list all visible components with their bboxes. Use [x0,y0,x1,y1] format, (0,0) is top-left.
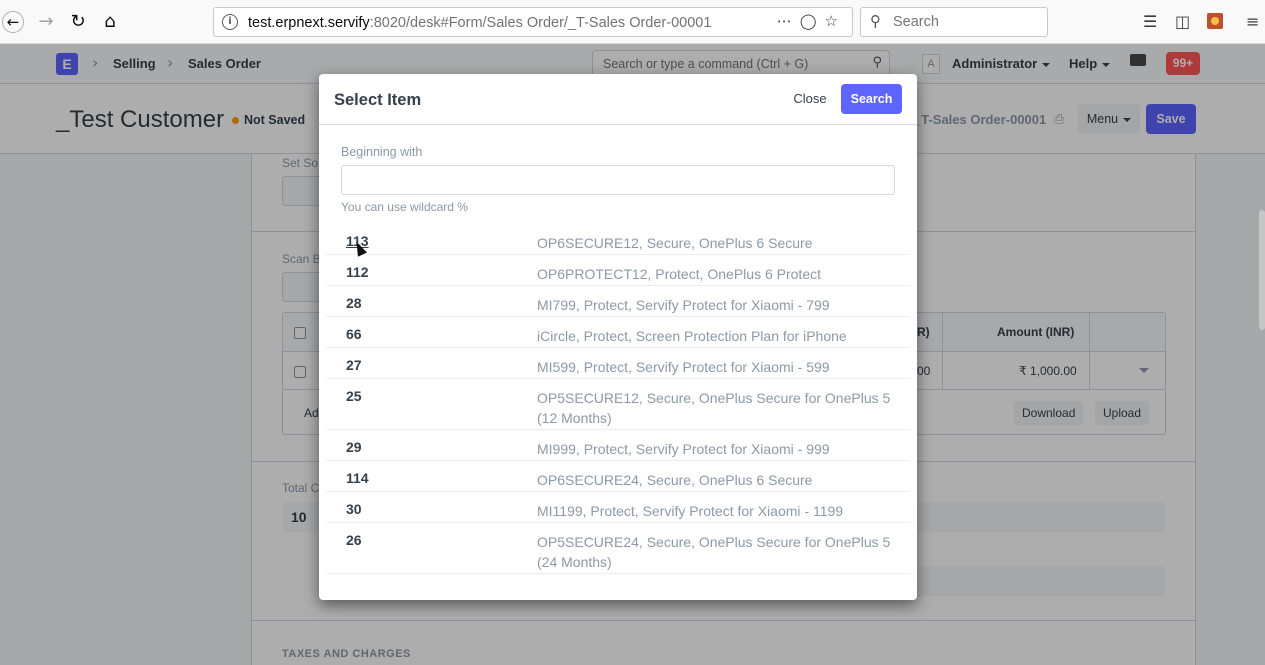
select-item-dialog: Select Item Close Search Beginning with … [319,74,917,600]
item-name-link[interactable]: 30 [346,501,362,517]
forward-arrow-icon[interactable]: → [34,10,58,34]
item-name-link[interactable]: 112 [346,264,369,280]
list-item[interactable]: 113 OP6SECURE12, Secure, OnePlus 6 Secur… [326,224,910,255]
list-item[interactable]: 28 MI799, Protect, Servify Protect for X… [326,286,910,317]
close-button[interactable]: Close [784,85,836,113]
search-button[interactable]: Search [841,84,902,114]
item-name-link[interactable]: 114 [346,470,369,486]
extension-icon[interactable] [1207,13,1223,29]
url-actions: ⋯◯☆ [777,12,846,30]
item-description: MI799, Protect, Servify Protect for Xiao… [537,297,830,313]
item-name-link[interactable]: 26 [346,532,362,548]
item-description: iCircle, Protect, Screen Protection Plan… [537,328,847,344]
dialog-header: Select Item Close Search [319,74,917,125]
page-actions-icon[interactable]: ⋯ [777,12,800,30]
beginning-with-input[interactable] [341,165,895,195]
search-results-list: 113 OP6SECURE12, Secure, OnePlus 6 Secur… [326,224,910,574]
item-description: MI599, Protect, Servify Protect for Xiao… [537,359,830,375]
library-icon[interactable]: ☰ [1143,12,1157,31]
browser-toolbar: ← → ↻ ⌂ i test.erpnext.servify:8020/desk… [0,0,1265,44]
list-item[interactable]: 112 OP6PROTECT12, Protect, OnePlus 6 Pro… [326,255,910,286]
item-name-link[interactable]: 28 [346,295,362,311]
list-item[interactable]: 66 iCircle, Protect, Screen Protection P… [326,317,910,348]
item-name-link[interactable]: 25 [346,388,362,404]
bookmark-star-icon[interactable]: ☆ [825,12,846,30]
url-host: test.erpnext.servify [248,15,370,31]
back-arrow-icon[interactable]: ← [2,11,24,33]
item-name-link[interactable]: 27 [346,357,362,373]
pocket-icon[interactable]: ◯ [800,12,825,30]
item-description: OP6SECURE12, Secure, OnePlus 6 Secure [537,235,813,251]
item-description: OP5SECURE24, Secure, OnePlus Secure for … [537,534,891,570]
dialog-title: Select Item [334,91,422,109]
item-name-link[interactable]: 29 [346,439,362,455]
hamburger-menu-icon[interactable]: ≡ [1246,12,1259,31]
item-description: OP6PROTECT12, Protect, OnePlus 6 Protect [537,266,821,282]
page-scrollbar[interactable] [1259,210,1265,330]
home-icon[interactable]: ⌂ [98,10,122,34]
sidebar-icon[interactable]: ◫ [1175,12,1190,31]
list-item[interactable]: 30 MI1199, Protect, Servify Protect for … [326,492,910,523]
item-description: OP5SECURE12, Secure, OnePlus Secure for … [537,390,891,426]
browser-search-input[interactable] [893,13,1043,31]
url-path: :8020/desk#Form/Sales Order/_T-Sales Ord… [369,15,712,31]
site-info-icon[interactable]: i [222,14,238,30]
list-item[interactable]: 25 OP5SECURE12, Secure, OnePlus Secure f… [326,379,910,430]
item-name-link[interactable]: 66 [346,326,362,342]
url-text[interactable]: test.erpnext.servify:8020/desk#Form/Sale… [248,15,711,31]
item-description: OP6SECURE24, Secure, OnePlus 6 Secure [537,472,813,488]
item-description: MI1199, Protect, Servify Protect for Xia… [537,503,844,519]
list-item[interactable]: 26 OP5SECURE24, Secure, OnePlus Secure f… [326,523,910,574]
item-description: MI999, Protect, Servify Protect for Xiao… [537,441,830,457]
wildcard-help-text: You can use wildcard % [341,200,468,214]
list-item[interactable]: 114 OP6SECURE24, Secure, OnePlus 6 Secur… [326,461,910,492]
reload-icon[interactable]: ↻ [66,10,90,34]
browser-search-box[interactable]: ⚲ [860,7,1048,37]
beginning-with-label: Beginning with [341,145,423,159]
address-bar[interactable]: i test.erpnext.servify:8020/desk#Form/Sa… [213,7,853,37]
list-item[interactable]: 29 MI999, Protect, Servify Protect for X… [326,430,910,461]
list-item[interactable]: 27 MI599, Protect, Servify Protect for X… [326,348,910,379]
search-icon: ⚲ [870,12,881,30]
